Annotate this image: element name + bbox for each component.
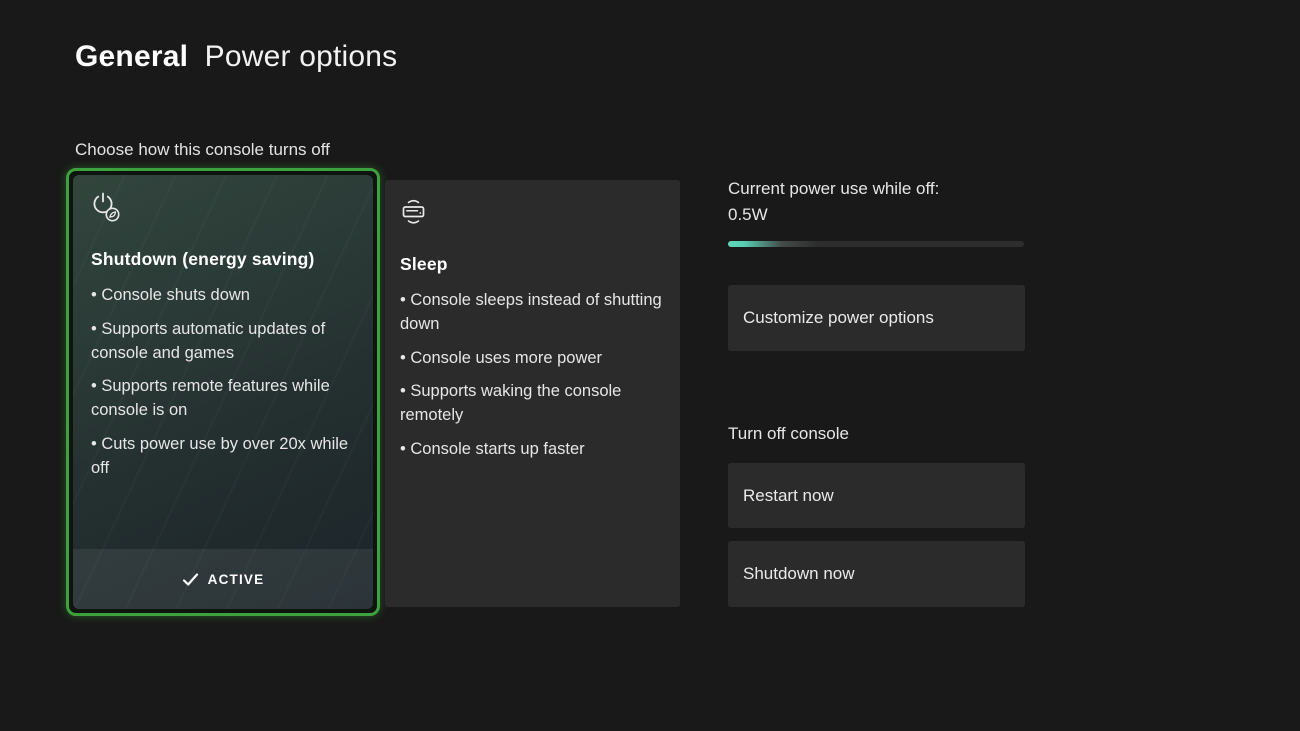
- sleep-bullet: Supports waking the console remotely: [400, 380, 665, 428]
- power-energy-saving-icon: [91, 191, 121, 223]
- shutdown-bullet: Supports automatic updates of console an…: [91, 318, 355, 366]
- sleep-card-title: Sleep: [400, 254, 665, 275]
- shutdown-bullet: Supports remote features while console i…: [91, 375, 355, 423]
- turn-off-console-label: Turn off console: [728, 424, 849, 444]
- shutdown-card-body: Shutdown (energy saving) Console shuts d…: [73, 175, 373, 549]
- current-power-use-label: Current power use while off:: [728, 179, 939, 199]
- sleep-option-card[interactable]: Sleep Console sleeps instead of shutting…: [385, 180, 680, 607]
- sleep-bullet: Console sleeps instead of shutting down: [400, 289, 665, 337]
- power-use-meter: [728, 241, 1024, 247]
- restart-now-button[interactable]: Restart now: [728, 463, 1025, 528]
- sleep-bullet: Console uses more power: [400, 347, 665, 371]
- shutdown-option-card[interactable]: Shutdown (energy saving) Console shuts d…: [66, 168, 380, 616]
- sleep-bullet-list: Console sleeps instead of shutting down …: [400, 289, 665, 462]
- active-status-badge: ACTIVE: [73, 549, 373, 609]
- shutdown-bullet: Console shuts down: [91, 284, 355, 308]
- shutdown-card-surface: Shutdown (energy saving) Console shuts d…: [73, 175, 373, 609]
- choose-console-off-label: Choose how this console turns off: [75, 140, 330, 160]
- current-power-use-value: 0.5W: [728, 205, 768, 225]
- page-title-page: Power options: [205, 40, 398, 73]
- power-use-meter-fill: [728, 241, 818, 247]
- active-status-label: ACTIVE: [208, 572, 265, 587]
- page-title-section: General: [75, 40, 188, 73]
- sleep-bullet: Console starts up faster: [400, 438, 665, 462]
- page-title: General Power options: [75, 40, 397, 74]
- customize-power-options-button[interactable]: Customize power options: [728, 285, 1025, 351]
- power-options-screen: General Power options Choose how this co…: [0, 0, 1300, 731]
- shutdown-bullet-list: Console shuts down Supports automatic up…: [91, 284, 355, 480]
- shutdown-card-title: Shutdown (energy saving): [91, 249, 355, 270]
- shutdown-bullet: Cuts power use by over 20x while off: [91, 433, 355, 481]
- shutdown-now-button[interactable]: Shutdown now: [728, 541, 1025, 607]
- console-wake-signal-icon: [400, 196, 430, 228]
- checkmark-icon: [182, 571, 199, 588]
- sleep-card-body: Sleep Console sleeps instead of shutting…: [385, 180, 680, 607]
